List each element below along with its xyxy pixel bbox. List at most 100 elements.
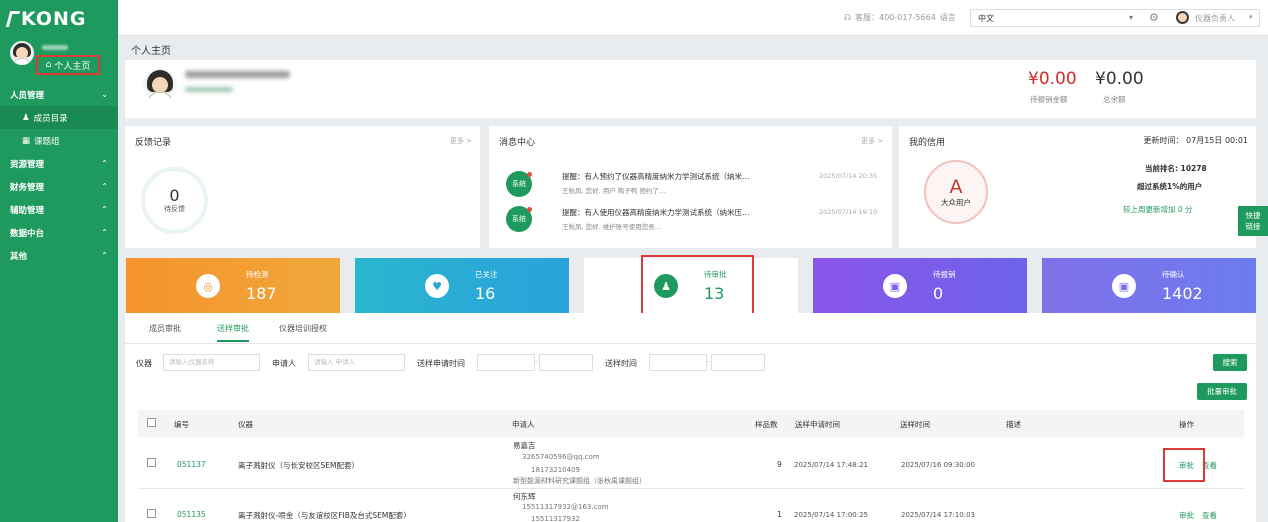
sidebar-group-label: 人员管理 (10, 90, 45, 101)
stat-label: 待确认 (1162, 270, 1185, 279)
sidebar-group-assist[interactable]: 辅助管理 ⌃ (0, 198, 118, 221)
row-send-time: 2025/07/16 09:30:00 (901, 461, 976, 469)
sidebar-group-label: 财务管理 (10, 182, 45, 193)
sidebar-group-finance[interactable]: 财务管理 ⌃ (0, 175, 118, 198)
grid-icon: ▦ (22, 135, 31, 146)
sidebar-group-people[interactable]: 人员管理 ⌄ (0, 83, 118, 106)
sidebar-item-label: 个人主页 (54, 61, 91, 72)
batch-approve-button[interactable]: 批量审批 (1197, 383, 1247, 400)
avatar (143, 68, 177, 102)
row-id[interactable]: 051137 (177, 460, 206, 469)
sidebar-item-members[interactable]: ♟ 成员目录 (0, 106, 118, 129)
gear-icon[interactable]: ⚙ (1149, 11, 1159, 24)
range-separator: - (535, 358, 538, 366)
apply-time-start[interactable] (477, 354, 535, 371)
credit-updated-time: 更新时间： 07月15日 00:01 (1143, 136, 1249, 145)
chevron-up-icon: ⌃ (101, 159, 108, 168)
row-checkbox[interactable] (147, 509, 156, 518)
row-sample-count: 1 (777, 510, 782, 519)
approval-tabs: 成员审批 送样审批 仪器培训授权 (149, 323, 363, 342)
profile-card: ¥0.00 待报销金额 ¥0.00 总余额 (125, 60, 1256, 118)
row-applicant-email: 15511317932@163.com (522, 503, 609, 511)
stat-card-pending-test[interactable]: ◎ 待检测 187 (126, 258, 340, 313)
unread-dot (527, 207, 532, 212)
sidebar-item-groups[interactable]: ▦ 课题组 (0, 129, 118, 152)
chevron-up-icon: ⌃ (101, 251, 108, 260)
feedback-panel: 反馈记录 更多 > 0 待反馈 (125, 126, 480, 248)
heart-icon: ♥ (425, 274, 449, 298)
logo-text: KONG (21, 8, 87, 30)
row-checkbox[interactable] (147, 458, 156, 467)
avatar[interactable] (1176, 11, 1189, 24)
row-apply-time: 2025/07/14 17:00:25 (794, 511, 869, 519)
sidebar-group-resources[interactable]: 资源管理 ⌃ (0, 152, 118, 175)
feedback-counter[interactable]: 0 待反馈 (141, 167, 208, 234)
user-role[interactable]: 仪器负责人 (1195, 13, 1235, 24)
feedback-more-link[interactable]: 更多 > (450, 136, 472, 146)
column-header: 送样时间 (900, 420, 930, 429)
tab-training-auth[interactable]: 仪器培训授权 (279, 323, 337, 342)
credit-grade-label: 大众用户 (941, 197, 971, 207)
row-instrument: 离子溅射仪（与长安校区SEM配套） (238, 461, 359, 470)
instrument-input[interactable]: 请输入仪器名称 (163, 354, 260, 371)
highlight-annotation (641, 255, 754, 321)
stat-card-pending-confirm[interactable]: ▣ 待确认 1402 (1042, 258, 1256, 313)
language-value: 中文 (978, 14, 994, 23)
page-title: 个人主页 (131, 46, 171, 57)
sidebar-group-data[interactable]: 数据中台 ⌃ (0, 221, 118, 244)
row-applicant-email: 3265740596@qq.com (522, 453, 600, 461)
applicant-input[interactable]: 请输入 申请人 (308, 354, 405, 371)
feedback-title: 反馈记录 (135, 138, 172, 148)
chevron-up-icon: ⌃ (101, 228, 108, 237)
sidebar: KONG ⌂ 个人主页 人员管理 ⌄ ♟ 成员目录 ▦ 课题组 资源管理 ⌃ 财… (0, 0, 118, 522)
sidebar-item-home[interactable]: ⌂ 个人主页 (36, 55, 100, 75)
view-link[interactable]: 查看 (1202, 510, 1217, 521)
message-title[interactable]: 提醒：有人使用仪器高精度纳米力学测试系统（纳米压… (562, 207, 750, 218)
message-title[interactable]: 提醒：有人预约了仪器高精度纳米力学测试系统（纳米… (562, 171, 750, 182)
language-label: 语言 (939, 13, 956, 22)
sidebar-item-label: 成员目录 (33, 113, 68, 124)
tabs-divider (125, 343, 1256, 344)
message-snippet: 王秋凤, 您好. 用户 陶子鸭 预约了… (562, 187, 666, 195)
sidebar-group-other[interactable]: 其他 ⌃ (0, 244, 118, 267)
column-header: 操作 (1179, 420, 1194, 429)
credit-rank: 当前排名: 10278 (1145, 164, 1207, 173)
avatar[interactable] (10, 41, 34, 65)
send-time-start[interactable] (649, 354, 707, 371)
message-center-panel: 消息中心 更多 > 系统 提醒：有人预约了仪器高精度纳米力学测试系统（纳米… 王… (489, 126, 892, 248)
select-all-checkbox[interactable] (147, 418, 156, 427)
tab-member-approval[interactable]: 成员审批 (149, 323, 191, 342)
message-more-link[interactable]: 更多 > (861, 136, 883, 146)
chevron-up-icon: ⌃ (101, 182, 108, 191)
total-balance-label: 总余额 (1103, 95, 1126, 104)
tab-sample-approval[interactable]: 送样审批 (217, 323, 249, 342)
instrument-filter-label: 仪器 (136, 359, 152, 368)
chevron-up-icon: ⌃ (101, 205, 108, 214)
total-balance-amount: ¥0.00 (1095, 69, 1144, 89)
stat-card-pending-reimburse[interactable]: ▣ 待报销 0 (813, 258, 1027, 313)
pending-reimbursement-amount: ¥0.00 (1028, 69, 1077, 89)
language-select[interactable]: 中文 ▾ ⚙ 仪器负责人 ▾ (970, 9, 1260, 27)
row-apply-time: 2025/07/14 17:48:21 (794, 461, 869, 469)
quick-link-button[interactable]: 快捷 链接 (1238, 206, 1268, 236)
stat-card-followed[interactable]: ♥ 已关注 16 (355, 258, 569, 313)
stat-label: 待检测 (246, 270, 269, 279)
credit-weekly-change: 较上周更新增加 0 分 (1123, 205, 1193, 214)
column-header: 编号 (174, 420, 189, 429)
service-info: ☊ 客服：400-017-5664 语言 (844, 12, 956, 23)
stat-label: 已关注 (475, 270, 498, 279)
stat-label: 待报销 (933, 270, 956, 279)
approve-link[interactable]: 审批 (1179, 510, 1194, 521)
clipboard-icon: ▣ (1112, 274, 1136, 298)
feedback-count: 0 (169, 186, 180, 205)
sidebar-group-label: 资源管理 (10, 159, 45, 170)
row-applicant-phone: 15511317932 (531, 515, 580, 522)
send-time-end[interactable] (711, 354, 765, 371)
search-button[interactable]: 搜索 (1213, 354, 1247, 371)
app-logo[interactable]: KONG (0, 0, 118, 38)
row-id[interactable]: 051135 (177, 510, 206, 519)
apply-time-end[interactable] (539, 354, 593, 371)
stat-value: 16 (475, 284, 496, 303)
column-header: 样品数 (755, 420, 778, 429)
chevron-down-icon[interactable]: ▾ (1249, 13, 1253, 21)
